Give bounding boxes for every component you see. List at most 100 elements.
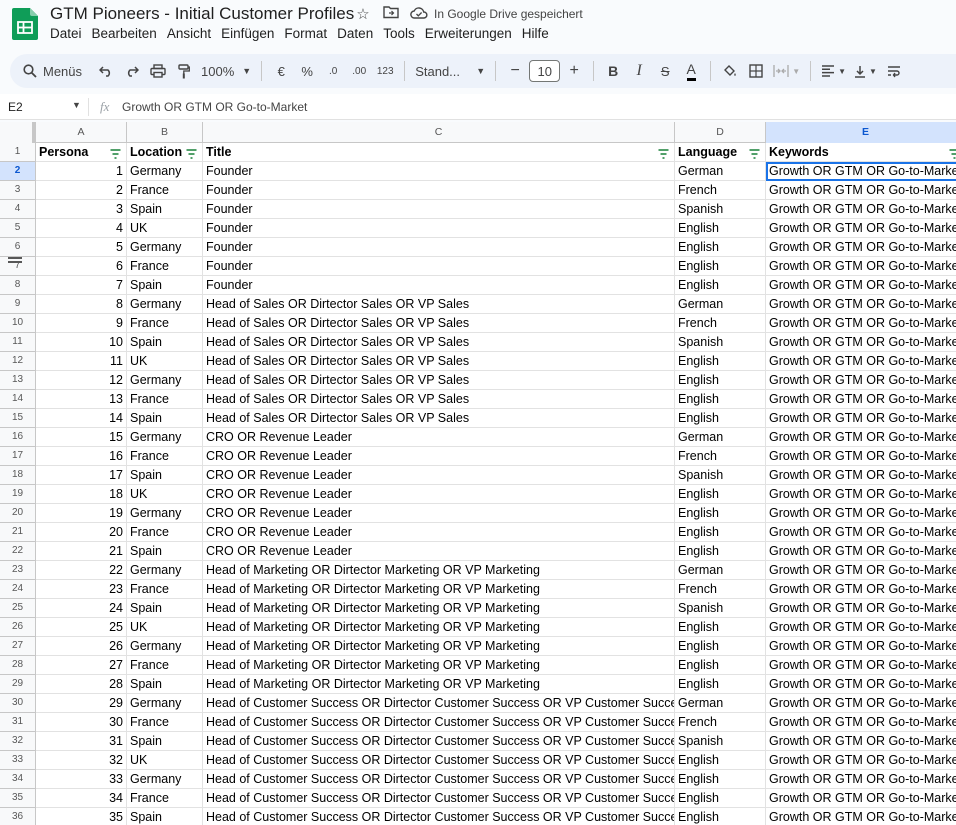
- cell-language[interactable]: German: [675, 295, 766, 314]
- cell-language[interactable]: French: [675, 181, 766, 200]
- cell-persona[interactable]: 1: [36, 162, 127, 181]
- cell-keywords[interactable]: Growth OR GTM OR Go-to-Market: [766, 770, 956, 789]
- cell-location[interactable]: UK: [127, 219, 203, 238]
- cell-title[interactable]: Head of Marketing OR Dirtector Marketing…: [203, 656, 675, 675]
- row-header[interactable]: 19: [0, 485, 36, 504]
- paint-format-button[interactable]: [172, 58, 196, 84]
- cell-language[interactable]: English: [675, 409, 766, 428]
- header-cell-title[interactable]: Title: [203, 143, 675, 162]
- column-header-a[interactable]: A: [36, 122, 127, 143]
- cell-location[interactable]: France: [127, 656, 203, 675]
- cell-title[interactable]: Head of Marketing OR Dirtector Marketing…: [203, 637, 675, 656]
- select-all-corner[interactable]: [0, 122, 36, 143]
- cell-language[interactable]: English: [675, 257, 766, 276]
- cell-language[interactable]: English: [675, 542, 766, 561]
- redo-button[interactable]: [120, 58, 144, 84]
- filter-icon[interactable]: [186, 146, 197, 159]
- cell-keywords[interactable]: Growth OR GTM OR Go-to-Market: [766, 561, 956, 580]
- search-menus-button[interactable]: Menüs: [11, 58, 92, 84]
- italic-button[interactable]: I: [627, 58, 651, 84]
- row-header[interactable]: 26: [0, 618, 36, 637]
- cell-location[interactable]: France: [127, 314, 203, 333]
- cell-keywords[interactable]: Growth OR GTM OR Go-to-Market: [766, 675, 956, 694]
- cell-language[interactable]: English: [675, 523, 766, 542]
- chevron-down-icon[interactable]: ▼: [72, 100, 81, 110]
- cell-language[interactable]: Spanish: [675, 466, 766, 485]
- more-formats-button[interactable]: 123: [373, 58, 397, 84]
- borders-button[interactable]: [744, 58, 768, 84]
- cell-location[interactable]: Spain: [127, 276, 203, 295]
- cell-persona[interactable]: 30: [36, 713, 127, 732]
- cell-location[interactable]: Germany: [127, 162, 203, 181]
- filter-icon[interactable]: [949, 146, 956, 159]
- cell-language[interactable]: French: [675, 713, 766, 732]
- cell-keywords[interactable]: Growth OR GTM OR Go-to-Market: [766, 447, 956, 466]
- menu-view[interactable]: Ansicht: [162, 26, 216, 41]
- cell-title[interactable]: CRO OR Revenue Leader: [203, 485, 675, 504]
- cell-location[interactable]: UK: [127, 618, 203, 637]
- cell-keywords[interactable]: Growth OR GTM OR Go-to-Market: [766, 162, 956, 181]
- cell-persona[interactable]: 24: [36, 599, 127, 618]
- increase-font-size-button[interactable]: +: [562, 58, 586, 84]
- menu-help[interactable]: Hilfe: [517, 26, 554, 41]
- cell-title[interactable]: Head of Customer Success OR Dirtector Cu…: [203, 789, 675, 808]
- cell-language[interactable]: English: [675, 656, 766, 675]
- filter-icon[interactable]: [658, 146, 669, 159]
- cell-language[interactable]: Spanish: [675, 200, 766, 219]
- cell-title[interactable]: Head of Marketing OR Dirtector Marketing…: [203, 675, 675, 694]
- cell-location[interactable]: Germany: [127, 428, 203, 447]
- cell-persona[interactable]: 19: [36, 504, 127, 523]
- cell-language[interactable]: English: [675, 485, 766, 504]
- cell-location[interactable]: France: [127, 181, 203, 200]
- cell-persona[interactable]: 18: [36, 485, 127, 504]
- undo-button[interactable]: [94, 58, 118, 84]
- cell-persona[interactable]: 20: [36, 523, 127, 542]
- cell-keywords[interactable]: Growth OR GTM OR Go-to-Market: [766, 523, 956, 542]
- cell-title[interactable]: Founder: [203, 200, 675, 219]
- cell-location[interactable]: Spain: [127, 599, 203, 618]
- cell-persona[interactable]: 15: [36, 428, 127, 447]
- name-box[interactable]: E2: [8, 100, 23, 114]
- cell-location[interactable]: Germany: [127, 637, 203, 656]
- cell-language[interactable]: English: [675, 219, 766, 238]
- cell-location[interactable]: UK: [127, 751, 203, 770]
- cell-keywords[interactable]: Growth OR GTM OR Go-to-Market: [766, 808, 956, 825]
- row-header[interactable]: 25: [0, 599, 36, 618]
- row-header[interactable]: 17: [0, 447, 36, 466]
- cell-persona[interactable]: 7: [36, 276, 127, 295]
- cell-title[interactable]: Founder: [203, 257, 675, 276]
- move-to-folder-icon[interactable]: [382, 5, 400, 23]
- cell-title[interactable]: Head of Customer Success OR Dirtector Cu…: [203, 713, 675, 732]
- decrease-font-size-button[interactable]: −: [503, 58, 527, 84]
- cell-location[interactable]: France: [127, 523, 203, 542]
- cell-persona[interactable]: 23: [36, 580, 127, 599]
- cell-persona[interactable]: 5: [36, 238, 127, 257]
- cell-title[interactable]: CRO OR Revenue Leader: [203, 504, 675, 523]
- row-header[interactable]: 24: [0, 580, 36, 599]
- column-header-d[interactable]: D: [675, 122, 766, 143]
- cell-title[interactable]: Head of Sales OR Dirtector Sales OR VP S…: [203, 314, 675, 333]
- vertical-align-button[interactable]: ▼: [851, 58, 880, 84]
- row-header[interactable]: 10: [0, 314, 36, 333]
- cell-location[interactable]: Spain: [127, 542, 203, 561]
- cell-location[interactable]: France: [127, 580, 203, 599]
- decrease-decimals-button[interactable]: .0: [321, 58, 345, 84]
- row-header[interactable]: 29: [0, 675, 36, 694]
- cell-title[interactable]: CRO OR Revenue Leader: [203, 542, 675, 561]
- cell-keywords[interactable]: Growth OR GTM OR Go-to-Market: [766, 466, 956, 485]
- cell-persona[interactable]: 2: [36, 181, 127, 200]
- bold-button[interactable]: B: [601, 58, 625, 84]
- cell-persona[interactable]: 32: [36, 751, 127, 770]
- header-cell-persona[interactable]: Persona: [36, 143, 127, 162]
- cell-keywords[interactable]: Growth OR GTM OR Go-to-Market: [766, 371, 956, 390]
- cell-persona[interactable]: 12: [36, 371, 127, 390]
- cell-language[interactable]: English: [675, 751, 766, 770]
- cell-persona[interactable]: 4: [36, 219, 127, 238]
- row-header[interactable]: 23: [0, 561, 36, 580]
- save-status[interactable]: In Google Drive gespeichert: [434, 7, 583, 21]
- cell-title[interactable]: Head of Customer Success OR Dirtector Cu…: [203, 808, 675, 825]
- cell-persona[interactable]: 28: [36, 675, 127, 694]
- cell-location[interactable]: France: [127, 789, 203, 808]
- increase-decimals-button[interactable]: .00: [347, 58, 371, 84]
- cell-persona[interactable]: 26: [36, 637, 127, 656]
